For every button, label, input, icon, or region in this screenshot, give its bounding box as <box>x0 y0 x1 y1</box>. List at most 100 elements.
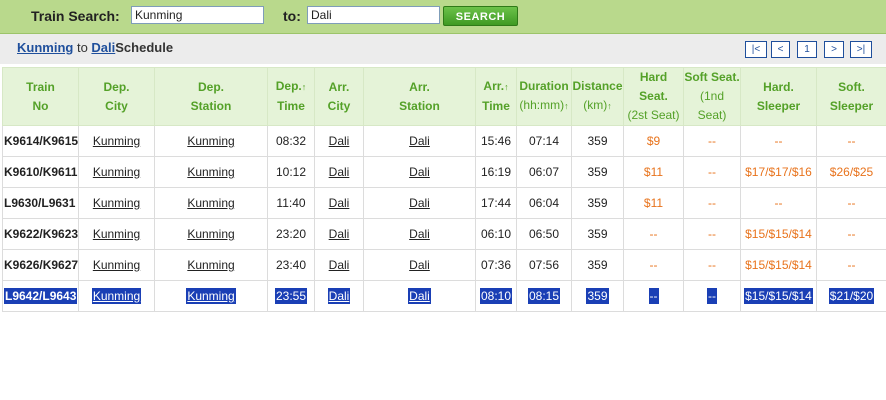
sort-arrow-icon[interactable]: ↑ <box>607 101 612 111</box>
dep-station-link[interactable]: Kunming <box>154 125 268 157</box>
dep-time: 11:40 <box>267 187 315 219</box>
duration: 06:07 <box>516 156 572 188</box>
schedule-table: Train No Dep. City Dep. Station Dep.↑ Time A… <box>2 67 886 312</box>
table-row[interactable]: L9630/L9631 Kunming Kunming 11:40 Dali D… <box>2 187 886 219</box>
from-label: Train Search: <box>31 8 120 24</box>
col-header-arr-time[interactable]: Arr.↑ Time <box>475 67 517 126</box>
hard-sleeper-price: -- <box>740 125 817 157</box>
arr-city-link[interactable]: Dali <box>314 218 364 250</box>
distance: 359 <box>571 125 624 157</box>
arr-city-link[interactable]: Dali <box>314 187 364 219</box>
col-header-arr-city[interactable]: Arr. City <box>314 67 364 126</box>
table-header-row: Train No Dep. City Dep. Station Dep.↑ Time A… <box>2 67 886 126</box>
route-connector: to <box>76 40 88 55</box>
duration: 06:50 <box>516 218 572 250</box>
pager-first-button[interactable]: |< <box>745 41 767 58</box>
from-input[interactable] <box>131 6 264 24</box>
col-header-hard-seat[interactable]: Hard Seat. (2st Seat) <box>623 67 684 126</box>
train-number: K9614/K9615 <box>2 125 79 157</box>
dep-time: 10:12 <box>267 156 315 188</box>
search-button[interactable]: SEARCH <box>443 6 518 26</box>
soft-seat-price: -- <box>683 125 741 157</box>
arr-station-link[interactable]: Dali <box>363 218 476 250</box>
dep-station-link[interactable]: Kunming <box>154 280 268 312</box>
dep-city-link[interactable]: Kunming <box>78 125 155 157</box>
dep-city-link[interactable]: Kunming <box>78 156 155 188</box>
arr-station-link[interactable]: Dali <box>363 125 476 157</box>
table-row[interactable]: K9626/K9627 Kunming Kunming 23:40 Dali D… <box>2 249 886 281</box>
table-row[interactable]: K9610/K9611 Kunming Kunming 10:12 Dali D… <box>2 156 886 188</box>
col-header-hard-sleeper[interactable]: Hard. Sleeper <box>740 67 817 126</box>
pager-last-button[interactable]: >| <box>850 41 872 58</box>
arr-time: 17:44 <box>475 187 517 219</box>
pager-next-button[interactable]: > <box>824 41 844 58</box>
hard-sleeper-price: $15/$15/$14 <box>740 280 817 312</box>
distance: 359 <box>571 156 624 188</box>
arr-station-link[interactable]: Dali <box>363 249 476 281</box>
arr-time: 15:46 <box>475 125 517 157</box>
soft-seat-price: -- <box>683 187 741 219</box>
duration: 07:14 <box>516 125 572 157</box>
route-to-link[interactable]: Dali <box>91 40 115 55</box>
arr-city-link[interactable]: Dali <box>314 280 364 312</box>
col-header-soft-sleeper[interactable]: Soft. Sleeper <box>816 67 886 126</box>
dep-city-link[interactable]: Kunming <box>78 249 155 281</box>
pager-current-page[interactable]: 1 <box>797 41 817 58</box>
col-header-duration[interactable]: Duration (hh:mm)↑ <box>516 67 572 126</box>
dep-station-link[interactable]: Kunming <box>154 249 268 281</box>
to-input[interactable] <box>307 6 440 24</box>
dep-city-link[interactable]: Kunming <box>78 280 155 312</box>
col-header-dep-city[interactable]: Dep. City <box>78 67 155 126</box>
hard-seat-price: -- <box>623 249 684 281</box>
table-row[interactable]: K9622/K9623 Kunming Kunming 23:20 Dali D… <box>2 218 886 250</box>
train-number: K9626/K9627 <box>2 249 79 281</box>
col-header-dep-station[interactable]: Dep. Station <box>154 67 268 126</box>
arr-time: 08:10 <box>475 280 517 312</box>
soft-sleeper-price: -- <box>816 218 886 250</box>
col-header-dep-time[interactable]: Dep.↑ Time <box>267 67 315 126</box>
dep-station-link[interactable]: Kunming <box>154 156 268 188</box>
arr-time: 16:19 <box>475 156 517 188</box>
distance: 359 <box>571 249 624 281</box>
arr-time: 07:36 <box>475 249 517 281</box>
route-title-bar: Kunming to DaliSchedule |< < 1 > >| <box>0 34 886 64</box>
arr-station-link[interactable]: Dali <box>363 187 476 219</box>
col-header-train-no[interactable]: Train No <box>2 67 79 126</box>
table-row-selected[interactable]: L9642/L9643 Kunming Kunming 23:55 Dali D… <box>2 280 886 312</box>
search-bar: Train Search: to: SEARCH <box>0 0 886 34</box>
arr-city-link[interactable]: Dali <box>314 156 364 188</box>
duration: 08:15 <box>516 280 572 312</box>
arr-city-link[interactable]: Dali <box>314 249 364 281</box>
dep-time: 23:40 <box>267 249 315 281</box>
route-from-link[interactable]: Kunming <box>17 40 73 55</box>
dep-city-link[interactable]: Kunming <box>78 187 155 219</box>
sort-arrow-icon[interactable]: ↑ <box>302 82 307 92</box>
soft-seat-price: -- <box>683 280 741 312</box>
dep-station-link[interactable]: Kunming <box>154 218 268 250</box>
dep-city-link[interactable]: Kunming <box>78 218 155 250</box>
distance: 359 <box>571 187 624 219</box>
sort-arrow-icon[interactable]: ↑ <box>564 101 569 111</box>
train-number: L9630/L9631 <box>2 187 79 219</box>
soft-seat-price: -- <box>683 218 741 250</box>
soft-sleeper-price: -- <box>816 125 886 157</box>
col-header-distance[interactable]: Distance (km)↑ <box>571 67 624 126</box>
duration: 06:04 <box>516 187 572 219</box>
hard-seat-price: $11 <box>623 187 684 219</box>
arr-station-link[interactable]: Dali <box>363 156 476 188</box>
hard-sleeper-price: $15/$15/$14 <box>740 249 817 281</box>
sort-arrow-icon[interactable]: ↑ <box>504 82 509 92</box>
hard-seat-price: -- <box>623 218 684 250</box>
dep-time: 23:55 <box>267 280 315 312</box>
arr-city-link[interactable]: Dali <box>314 125 364 157</box>
col-header-arr-station[interactable]: Arr. Station <box>363 67 476 126</box>
hard-sleeper-price: $17/$17/$16 <box>740 156 817 188</box>
pager-prev-button[interactable]: < <box>771 41 790 58</box>
soft-sleeper-price: -- <box>816 249 886 281</box>
hard-sleeper-price: $15/$15/$14 <box>740 218 817 250</box>
arr-station-link[interactable]: Dali <box>363 280 476 312</box>
hard-seat-price: $9 <box>623 125 684 157</box>
table-row[interactable]: K9614/K9615 Kunming Kunming 08:32 Dali D… <box>2 125 886 157</box>
col-header-soft-seat[interactable]: Soft Seat. (1nd Seat) <box>683 67 741 126</box>
dep-station-link[interactable]: Kunming <box>154 187 268 219</box>
